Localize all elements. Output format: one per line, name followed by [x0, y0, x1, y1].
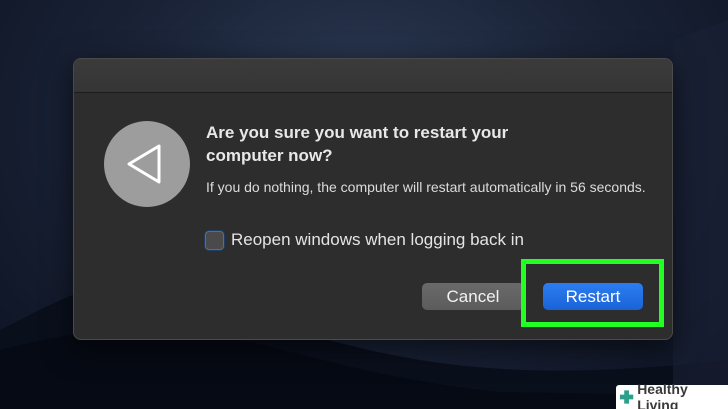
reopen-windows-option[interactable]: Reopen windows when logging back in [205, 230, 524, 250]
cancel-button[interactable]: Cancel [422, 283, 524, 310]
restart-triangle-icon [104, 121, 190, 207]
dialog-title: Are you sure you want to restart your co… [206, 123, 509, 165]
reopen-windows-label: Reopen windows when logging back in [231, 230, 524, 249]
dialog-message: If you do nothing, the computer will res… [206, 179, 646, 195]
desktop-background: Are you sure you want to restart your co… [0, 0, 728, 409]
watermark-text: Healthy Living [637, 381, 688, 409]
reopen-windows-checkbox[interactable] [205, 230, 224, 250]
restart-button-highlight [521, 259, 664, 327]
medical-cross-icon [619, 390, 634, 404]
watermark: Healthy Living [616, 381, 728, 409]
dialog-titlebar [74, 59, 672, 93]
